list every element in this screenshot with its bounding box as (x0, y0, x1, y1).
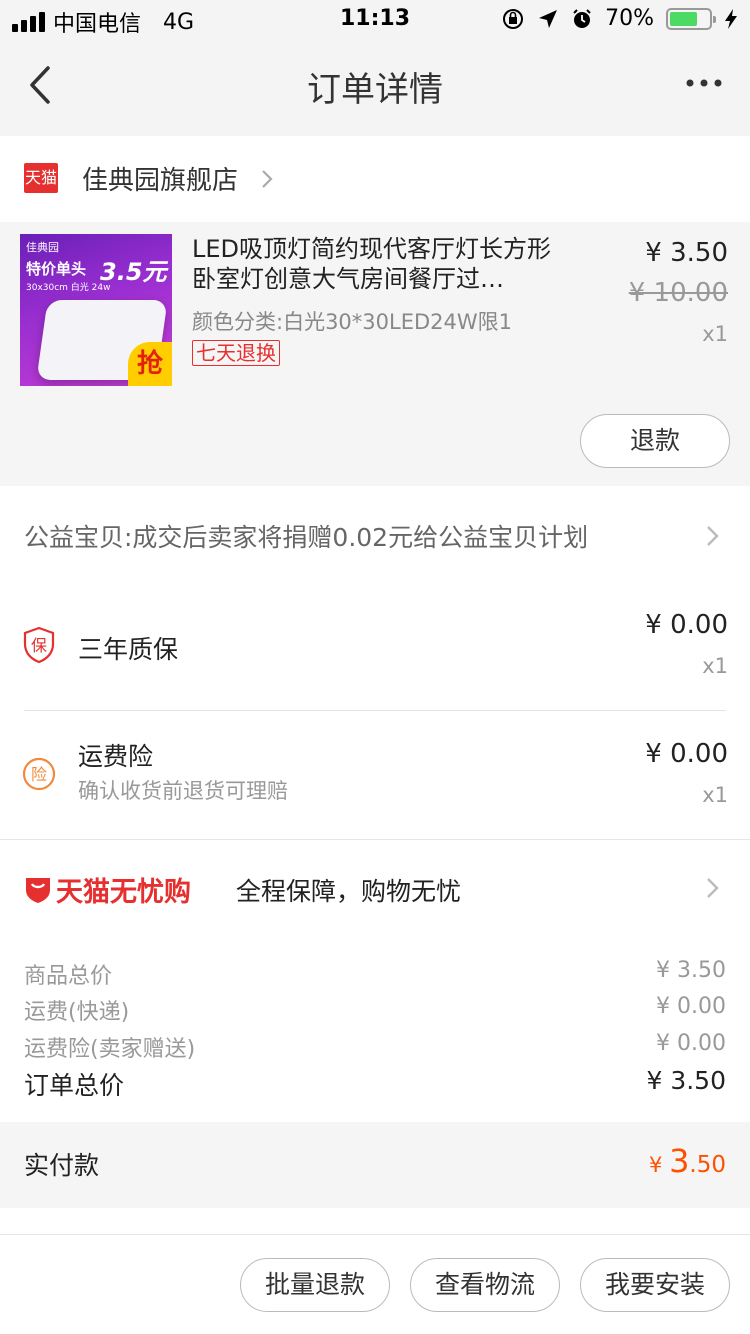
worry-free-row[interactable]: 天猫无忧购 全程保障，购物无忧 (0, 840, 750, 936)
summary-goods: 商品总价 ¥ 3.50 (24, 958, 726, 990)
insurance-icon: 险 (22, 757, 56, 791)
paid-decimal: .50 (689, 1152, 726, 1178)
install-button[interactable]: 我要安装 (580, 1258, 730, 1312)
service-name: 三年质保 (78, 635, 179, 664)
chevron-right-icon (707, 526, 719, 546)
paid-integer: 3 (669, 1142, 690, 1180)
chevron-right-icon (707, 878, 719, 898)
status-bar: 中国电信 4G 11:13 70% (0, 0, 750, 40)
summary-insurance: 运费险(卖家赠送) ¥ 0.00 (24, 1031, 726, 1063)
service-price: ¥ 0.00 (645, 610, 728, 640)
paid-label: 实付款 (24, 1151, 100, 1180)
battery-icon (666, 7, 716, 30)
store-name[interactable]: 佳典园旗舰店 (82, 160, 238, 197)
summary-total-label: 订单总价 (24, 1071, 125, 1100)
service-quantity: x1 (702, 654, 728, 678)
tmall-shield-icon (26, 878, 50, 903)
nav-bar: 订单详情 (0, 40, 750, 130)
service-name: 运费险 (78, 742, 154, 771)
return-policy-tag: 七天退换 (192, 340, 280, 366)
service-warranty: 保 三年质保 ¥ 0.00 x1 (0, 582, 750, 710)
worry-free-brand: 天猫无忧购 (56, 877, 191, 908)
store-row[interactable]: 天猫 佳典园旗舰店 (0, 136, 750, 222)
tmall-icon: 天猫 (24, 163, 58, 193)
product-sku: 颜色分类:白光30*30LED24W限1 (192, 310, 513, 334)
page-title: 订单详情 (307, 70, 443, 110)
product-quantity: x1 (702, 322, 728, 346)
summary-shipping-label: 运费(快递) (24, 1000, 130, 1025)
summary-shipping: 运费(快递) ¥ 0.00 (24, 994, 726, 1026)
refund-button[interactable]: 退款 (580, 414, 730, 468)
product-price: ¥ 3.50 (645, 238, 728, 268)
service-shipping-insurance: 险 运费险 确认收货前退货可理赔 ¥ 0.00 x1 (0, 711, 750, 839)
product-title[interactable]: LED吸顶灯简约现代客厅灯长方形卧室灯创意大气房间餐厅过… (192, 234, 572, 294)
thumb-promo: 特价单头 (26, 260, 87, 278)
paid-currency: ¥ (649, 1153, 670, 1177)
insurance-icon-char: 险 (31, 765, 47, 784)
thumb-spec: 30x30cm 白光 24w (26, 283, 111, 293)
warranty-icon: 保 (23, 626, 55, 664)
gap (0, 1208, 750, 1234)
location-icon (539, 9, 558, 28)
thumb-grab-badge: 抢 (128, 342, 172, 386)
charging-icon (725, 8, 737, 29)
charity-row[interactable]: 公益宝贝:成交后卖家将捐赠0.02元给公益宝贝计划 (0, 486, 750, 582)
summary-total: 订单总价 ¥ 3.50 (24, 1066, 726, 1102)
orientation-lock-icon (503, 8, 524, 29)
summary-insurance-value: ¥ 0.00 (656, 1031, 726, 1056)
battery-percent: 70% (605, 6, 654, 31)
product-card[interactable]: 佳典园 特价单头 3.5元 30x30cm 白光 24w 抢 LED吸顶灯简约现… (0, 222, 750, 486)
chevron-right-icon (262, 170, 273, 188)
summary-goods-label: 商品总价 (24, 964, 113, 989)
thumb-brand: 佳典园 (26, 241, 59, 254)
summary-goods-value: ¥ 3.50 (656, 958, 726, 983)
status-right: 70% (501, 6, 738, 31)
batch-refund-button[interactable]: 批量退款 (240, 1258, 390, 1312)
alarm-icon (573, 8, 591, 28)
view-logistics-button[interactable]: 查看物流 (410, 1258, 560, 1312)
warranty-icon-char: 保 (31, 636, 47, 655)
paid-amount: ¥ 3.50 (649, 1142, 726, 1180)
service-subtitle: 确认收货前退货可理赔 (78, 779, 288, 803)
summary-shipping-value: ¥ 0.00 (656, 994, 726, 1019)
summary-insurance-label: 运费险(卖家赠送) (24, 1037, 196, 1062)
paid-row: 实付款 ¥ 3.50 (0, 1122, 750, 1208)
price-summary: 商品总价 ¥ 3.50 运费(快递) ¥ 0.00 运费险(卖家赠送) ¥ 0.… (0, 950, 750, 1120)
summary-total-value: ¥ 3.50 (646, 1066, 726, 1095)
more-icon[interactable] (684, 68, 724, 98)
service-quantity: x1 (702, 783, 728, 807)
product-image[interactable]: 佳典园 特价单头 3.5元 30x30cm 白光 24w 抢 (20, 234, 172, 386)
worry-free-desc: 全程保障，购物无忧 (236, 877, 462, 906)
charity-text: 公益宝贝:成交后卖家将捐赠0.02元给公益宝贝计划 (24, 523, 589, 552)
bottom-action-bar: 批量退款 查看物流 我要安装 (0, 1234, 750, 1334)
service-price: ¥ 0.00 (645, 739, 728, 769)
product-original-price: ¥ 10.00 (628, 278, 728, 308)
